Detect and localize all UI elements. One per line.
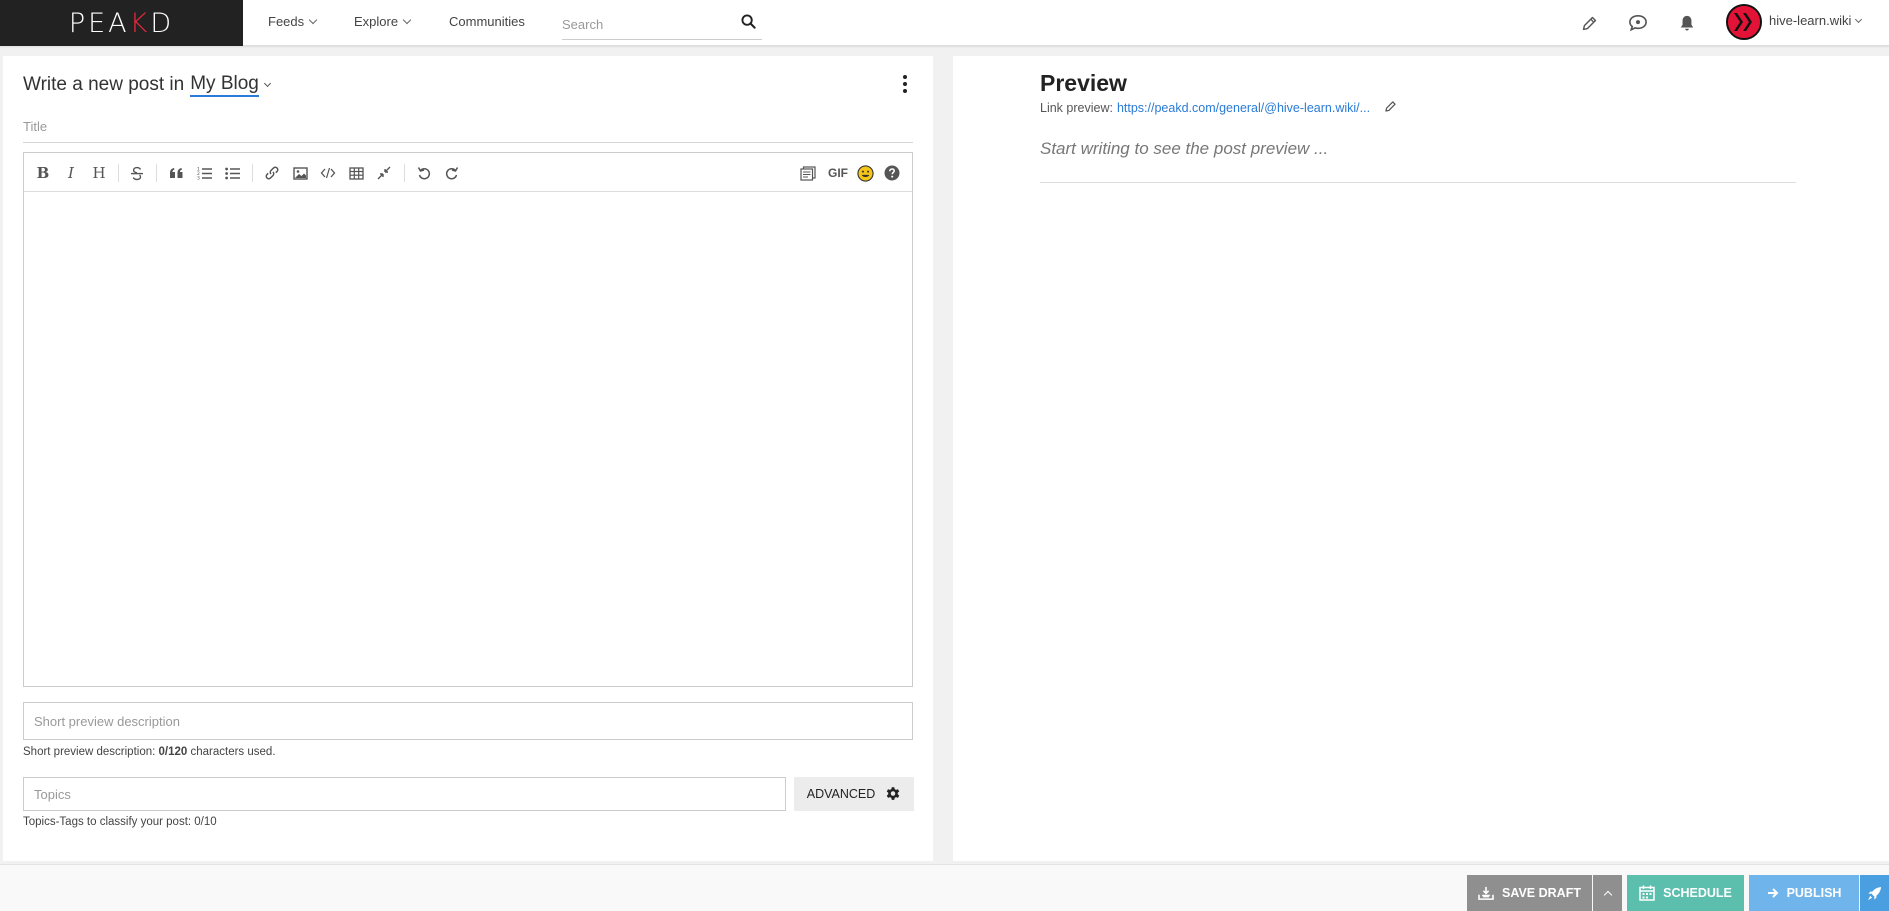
title-field [23, 111, 913, 143]
rocket-icon [1867, 886, 1882, 900]
strikethrough-button[interactable] [126, 162, 148, 184]
table-icon [348, 166, 364, 180]
nav-feeds[interactable]: Feeds [268, 14, 318, 29]
quote-button[interactable] [165, 162, 187, 184]
divider [1040, 182, 1796, 183]
redo-button[interactable] [441, 162, 463, 184]
chat-icon[interactable] [1626, 11, 1650, 35]
markdown-editor: B I H 123 GIF [23, 152, 913, 687]
code-icon [320, 167, 336, 179]
top-navbar: PEAKD Feeds Explore Communities hive-lea… [0, 0, 1889, 46]
permalink-link[interactable]: https://peakd.com/general/@hive-learn.wi… [1117, 101, 1370, 115]
save-tray-icon [1478, 886, 1494, 900]
post-body-editor[interactable] [24, 193, 912, 686]
short-description-input[interactable] [24, 703, 912, 739]
ordered-list-icon: 123 [197, 167, 212, 181]
link-preview: Link preview: https://peakd.com/general/… [1040, 100, 1397, 116]
publish-button[interactable]: PUBLISH [1749, 875, 1859, 911]
topics-field [23, 777, 786, 811]
bell-icon[interactable] [1675, 11, 1699, 35]
toolbar-divider [156, 164, 157, 182]
table-button[interactable] [345, 162, 367, 184]
link-button[interactable] [261, 162, 283, 184]
toolbar-divider [118, 164, 119, 182]
toolbar-divider [404, 164, 405, 182]
image-button[interactable] [289, 162, 311, 184]
strikethrough-icon [131, 166, 143, 180]
chevron-down-icon [402, 15, 412, 25]
toolbar-divider [252, 164, 253, 182]
undo-button[interactable] [413, 162, 435, 184]
calendar-icon [1639, 885, 1655, 901]
nav-communities[interactable]: Communities [449, 14, 525, 29]
topics-input[interactable] [24, 778, 785, 810]
chevron-down-icon [308, 15, 318, 25]
blog-target-select[interactable]: My Blog [190, 73, 259, 97]
preview-panel: Preview Link preview: https://peakd.com/… [953, 56, 1889, 861]
search-box [562, 10, 762, 40]
code-button[interactable] [317, 162, 339, 184]
help-icon [884, 165, 900, 181]
nav-explore[interactable]: Explore [354, 14, 412, 29]
gif-button[interactable]: GIF [825, 162, 851, 184]
preview-placeholder: Start writing to see the post preview ..… [1040, 139, 1329, 158]
hive-logo-icon [1728, 6, 1760, 38]
unordered-list-icon [224, 167, 240, 180]
link-icon [265, 166, 279, 180]
publish-options-button[interactable] [1860, 875, 1889, 911]
more-options-icon[interactable] [902, 75, 908, 93]
collapse-arrows-icon [377, 166, 391, 180]
emoji-icon [856, 164, 874, 182]
peakd-logo[interactable]: PEAKD [0, 0, 243, 46]
search-icon[interactable] [741, 14, 756, 34]
user-menu[interactable]: hive-learn.wiki [1769, 13, 1863, 28]
save-options-toggle[interactable] [1593, 875, 1622, 911]
bold-button[interactable]: B [32, 162, 54, 184]
image-icon [292, 166, 308, 180]
fullscreen-button[interactable] [373, 162, 395, 184]
italic-button[interactable]: I [60, 162, 82, 184]
chevron-down-icon [1855, 15, 1863, 23]
search-input[interactable] [562, 10, 732, 38]
save-draft-button[interactable]: SAVE DRAFT [1467, 875, 1592, 911]
undo-icon [417, 167, 431, 180]
quote-icon [169, 168, 182, 178]
action-bar: SAVE DRAFT SCHEDULE PUBLISH [0, 864, 1889, 911]
editor-toolbar: B I H 123 GIF [24, 153, 912, 192]
gear-icon [887, 787, 900, 800]
heading-button[interactable]: H [88, 162, 110, 184]
chevron-down-icon[interactable] [263, 79, 271, 87]
snippets-icon [800, 165, 816, 181]
avatar[interactable] [1726, 4, 1762, 40]
redo-icon [445, 167, 459, 180]
advanced-button[interactable]: ADVANCED [794, 777, 914, 811]
snippets-button[interactable] [797, 162, 819, 184]
schedule-button[interactable]: SCHEDULE [1627, 875, 1744, 911]
pencil-icon[interactable] [1577, 11, 1601, 35]
arrow-right-icon [1767, 888, 1778, 898]
ordered-list-button[interactable]: 123 [193, 162, 215, 184]
preview-title: Preview [1040, 70, 1127, 96]
logo-peak-mark: A [108, 7, 130, 39]
editor-panel: Write a new post in My Blog B I H 123 [3, 56, 933, 861]
edit-permalink-icon[interactable] [1384, 100, 1397, 116]
emoji-button[interactable] [854, 162, 876, 184]
svg-text:3: 3 [197, 176, 200, 181]
chevron-up-icon [1603, 890, 1612, 899]
help-button[interactable] [881, 162, 903, 184]
unordered-list-button[interactable] [221, 162, 243, 184]
short-description-hint: Short preview description: 0/120 charact… [23, 746, 276, 758]
short-description-field [23, 702, 913, 740]
editor-heading: Write a new post in My Blog [23, 73, 271, 97]
title-input[interactable] [23, 111, 913, 141]
topics-hint: Topics-Tags to classify your post: 0/10 [23, 816, 217, 828]
